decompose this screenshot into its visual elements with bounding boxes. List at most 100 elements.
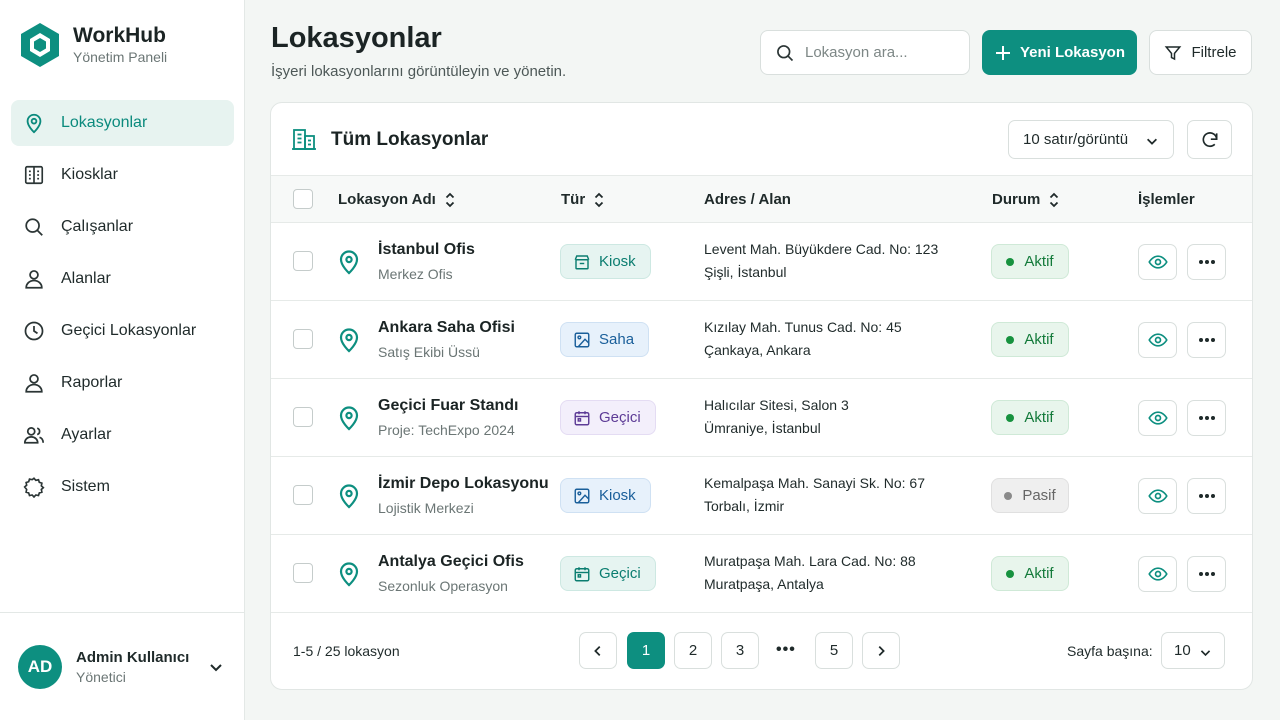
rows-per-view-select[interactable]: 10 satır/görüntü xyxy=(1008,120,1174,159)
avatar: AD xyxy=(18,644,62,689)
sidebar-item-calisanlar[interactable]: Çalışanlar xyxy=(11,204,234,250)
location-name[interactable]: Geçici Fuar Standı xyxy=(378,397,518,415)
card-header: Tüm Lokasyonlar 10 satır/görüntü xyxy=(271,103,1252,175)
address-area: Muratpaşa, Antalya xyxy=(704,576,824,592)
more-options-button[interactable] xyxy=(1187,322,1226,358)
page-title: Lokasyonlar xyxy=(271,22,442,54)
status-label: Aktif xyxy=(1024,253,1054,270)
location-name[interactable]: İstanbul Ofis xyxy=(378,241,475,259)
type-label: Geçici xyxy=(599,409,641,426)
users-icon xyxy=(23,424,45,446)
select-all-checkbox[interactable] xyxy=(293,189,313,209)
sidebar-item-lokasyonlar[interactable]: Lokasyonlar xyxy=(11,100,234,146)
pagination-page-1[interactable]: 1 xyxy=(627,632,665,669)
sort-icon xyxy=(1050,192,1059,207)
more-options-button[interactable] xyxy=(1187,244,1226,280)
view-button[interactable] xyxy=(1138,244,1177,280)
status-badge: Pasif xyxy=(991,478,1069,513)
row-checkbox[interactable] xyxy=(293,563,313,583)
chevron-left-icon xyxy=(594,645,601,656)
new-location-button[interactable]: Yeni Lokasyon xyxy=(982,30,1137,75)
pagination-next-button[interactable] xyxy=(862,632,900,669)
pagination-page-5[interactable]: 5 xyxy=(815,632,853,669)
rows-per-view-value: 10 satır/görüntü xyxy=(1023,131,1129,148)
more-options-button[interactable] xyxy=(1187,478,1226,514)
row-checkbox[interactable] xyxy=(293,485,313,505)
brand[interactable]: WorkHub Yönetim Paneli xyxy=(20,22,167,68)
location-name[interactable]: İzmir Depo Lokasyonu xyxy=(378,475,549,493)
sidebar-item-gecici-lokasyonlar[interactable]: Geçici Lokasyonlar xyxy=(11,308,234,354)
sidebar-item-label: Geçici Lokasyonlar xyxy=(61,322,197,339)
type-badge: Saha xyxy=(560,322,650,357)
location-name[interactable]: Antalya Geçici Ofis xyxy=(378,553,524,571)
row-checkbox[interactable] xyxy=(293,329,313,349)
column-header-type[interactable]: Tür xyxy=(561,191,605,208)
sort-icon xyxy=(595,192,604,207)
filter-label: Filtrele xyxy=(1191,44,1237,61)
sidebar-item-raporlar[interactable]: Raporlar xyxy=(11,360,234,406)
eye-icon xyxy=(1147,255,1168,269)
sidebar-item-kiosklar[interactable]: Kiosklar xyxy=(11,152,234,198)
location-subtitle: Sezonluk Operasyon xyxy=(378,578,508,594)
eye-icon xyxy=(1147,411,1168,425)
status-dot xyxy=(1006,257,1015,266)
sidebar-item-alanlar[interactable]: Alanlar xyxy=(11,256,234,302)
search-icon xyxy=(23,216,45,238)
more-horizontal-icon xyxy=(1198,416,1215,420)
view-button[interactable] xyxy=(1138,478,1177,514)
page-subtitle: İşyeri lokasyonlarını görüntüleyin ve yö… xyxy=(271,63,567,80)
gear-icon xyxy=(23,476,45,498)
per-page-select[interactable]: 10 xyxy=(1161,632,1225,669)
pagination-page-2[interactable]: 2 xyxy=(674,632,712,669)
per-page-label: Sayfa başına: xyxy=(1067,643,1153,659)
calendar-icon xyxy=(574,410,590,425)
view-button[interactable] xyxy=(1138,400,1177,436)
filter-button[interactable]: Filtrele xyxy=(1149,30,1252,75)
sidebar-item-ayarlar[interactable]: Ayarlar xyxy=(11,412,234,458)
status-dot xyxy=(1006,335,1015,344)
search-icon xyxy=(777,44,794,61)
search-box[interactable] xyxy=(760,30,970,75)
search-input[interactable] xyxy=(805,44,955,61)
column-header-status[interactable]: Durum xyxy=(992,191,1060,208)
new-location-label: Yeni Lokasyon xyxy=(1019,44,1126,61)
status-label: Aktif xyxy=(1024,331,1054,348)
sidebar-item-sistem[interactable]: Sistem xyxy=(11,464,234,510)
status-label: Aktif xyxy=(1024,409,1054,426)
more-options-button[interactable] xyxy=(1187,556,1226,592)
user-name: Admin Kullanıcı xyxy=(76,648,190,666)
sidebar-item-label: Raporlar xyxy=(61,374,123,391)
status-dot xyxy=(1006,569,1015,578)
column-header-label: İşlemler xyxy=(1138,191,1195,208)
table-row: Ankara Saha Ofisi Satış Ekibi Üssü Saha … xyxy=(271,301,1252,379)
pagination-info: 1-5 / 25 lokasyon xyxy=(293,643,400,659)
row-checkbox[interactable] xyxy=(293,407,313,427)
location-subtitle: Lojistik Merkezi xyxy=(378,500,474,516)
location-name[interactable]: Ankara Saha Ofisi xyxy=(378,319,515,337)
status-dot xyxy=(1004,491,1013,500)
pagination-page-3[interactable]: 3 xyxy=(721,632,759,669)
type-badge: Kiosk xyxy=(560,244,651,279)
column-header-label: Adres / Alan xyxy=(704,191,791,208)
brand-title: WorkHub xyxy=(73,24,166,47)
type-badge: Kiosk xyxy=(560,478,651,513)
row-checkbox[interactable] xyxy=(293,251,313,271)
more-options-button[interactable] xyxy=(1187,400,1226,436)
chevron-down-icon[interactable] xyxy=(208,659,224,675)
status-badge: Aktif xyxy=(991,400,1069,435)
sort-icon xyxy=(445,192,454,207)
view-button[interactable] xyxy=(1138,322,1177,358)
user-menu[interactable]: AD Admin Kullanıcı Yönetici xyxy=(0,612,244,720)
refresh-button[interactable] xyxy=(1187,120,1232,159)
address-line: Kızılay Mah. Tunus Cad. No: 45 xyxy=(704,319,902,335)
chevron-down-icon xyxy=(1200,650,1211,657)
column-header-name[interactable]: Lokasyon Adı xyxy=(338,191,456,208)
more-horizontal-icon xyxy=(1198,338,1215,342)
pagination-prev-button[interactable] xyxy=(579,632,617,669)
calendar-icon xyxy=(574,566,590,581)
location-subtitle: Merkez Ofis xyxy=(378,266,453,282)
status-badge: Aktif xyxy=(991,556,1069,591)
view-button[interactable] xyxy=(1138,556,1177,592)
filter-icon xyxy=(1165,45,1182,60)
type-badge: Geçici xyxy=(560,400,656,435)
